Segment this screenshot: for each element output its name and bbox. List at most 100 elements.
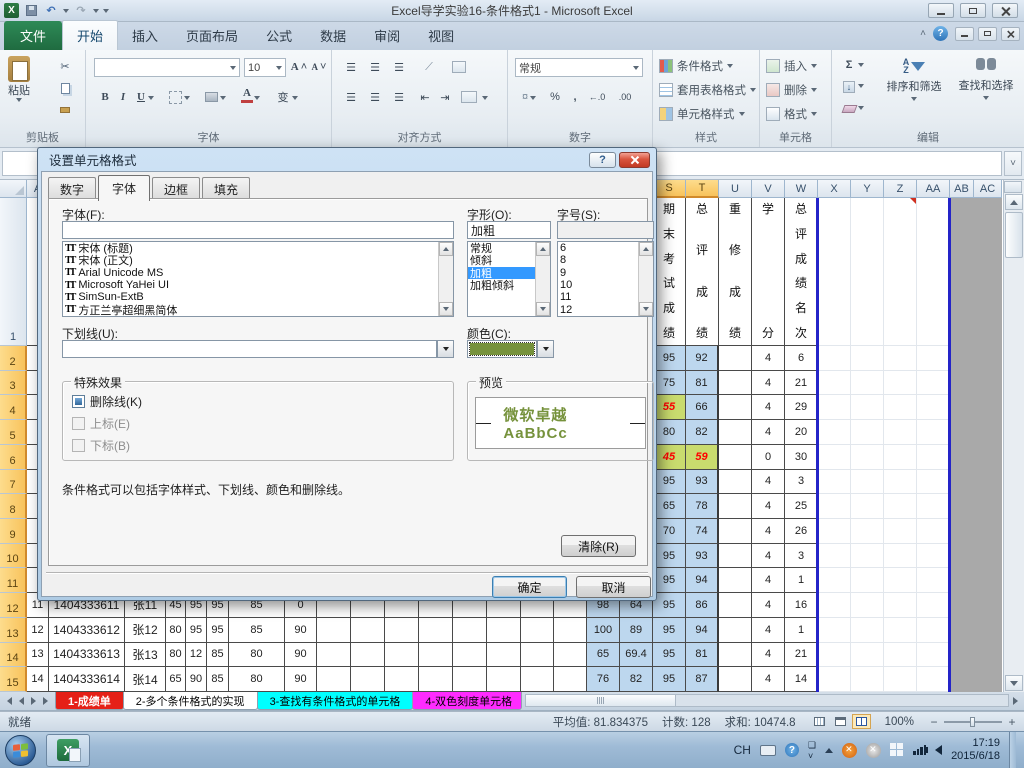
col-header-AC[interactable]: AC xyxy=(974,180,1002,198)
clear-button-ribbon[interactable] xyxy=(840,100,858,118)
col-title-W[interactable]: 总评成绩名次 xyxy=(785,198,818,346)
col-title-U[interactable]: 重修成绩 xyxy=(719,198,752,346)
cell-U12[interactable] xyxy=(719,593,752,618)
underline-dropdown-button[interactable] xyxy=(437,340,454,358)
cell-H13[interactable]: 90 xyxy=(285,617,317,643)
cell-V15[interactable]: 4 xyxy=(752,667,785,692)
cell-Z6[interactable] xyxy=(884,444,917,470)
cell-T7[interactable]: 93 xyxy=(686,469,719,495)
show-desktop-button[interactable] xyxy=(1009,731,1016,768)
col-header-W[interactable]: W xyxy=(785,180,818,198)
dialog-tab-font[interactable]: 字体 xyxy=(98,175,151,201)
cell-E13[interactable]: 95 xyxy=(186,617,207,643)
zoom-handle[interactable] xyxy=(970,716,975,727)
scroll-down-icon[interactable] xyxy=(536,302,550,316)
cell-U15[interactable] xyxy=(719,667,752,692)
page-break-view-button[interactable] xyxy=(851,714,871,729)
number-format-combo[interactable]: 常规 xyxy=(515,58,643,77)
cell-Z14[interactable] xyxy=(884,642,917,668)
dialog-close-button[interactable] xyxy=(619,151,650,168)
merge-dropdown-icon[interactable] xyxy=(482,96,488,100)
format-painter-icon[interactable] xyxy=(56,102,74,118)
cell-I15[interactable] xyxy=(317,667,351,692)
row-header-5[interactable]: 5 xyxy=(0,420,27,445)
sort-filter-button[interactable]: AZ 排序和筛选 xyxy=(880,58,948,101)
redo-dropdown-icon[interactable] xyxy=(93,8,99,13)
cell-AA7[interactable] xyxy=(917,469,950,495)
cell-E15[interactable]: 90 xyxy=(186,667,207,692)
col-title-T[interactable]: 总评成绩 xyxy=(686,198,719,346)
row-header-6[interactable]: 6 xyxy=(0,444,27,470)
cell-L13[interactable] xyxy=(419,617,453,643)
cell-X3[interactable] xyxy=(818,370,851,396)
page-layout-view-button[interactable] xyxy=(831,714,850,729)
cell-Y1[interactable] xyxy=(851,198,884,346)
keyboard-icon[interactable] xyxy=(759,744,776,756)
workbook-minimize-button[interactable] xyxy=(955,26,974,41)
tab-formulas[interactable]: 公式 xyxy=(252,21,306,50)
cell-Y4[interactable] xyxy=(851,395,884,421)
cell-W12[interactable]: 16 xyxy=(785,593,818,618)
col-header-U[interactable]: U xyxy=(719,180,752,198)
zoom-in-icon[interactable]: + xyxy=(1006,715,1018,729)
cell-V6[interactable]: 0 xyxy=(752,444,785,470)
font-size-listbox[interactable]: 6 8 9 10 11 12 xyxy=(557,241,654,317)
workbook-close-button[interactable] xyxy=(1001,26,1020,41)
cell-X7[interactable] xyxy=(818,469,851,495)
cell-U4[interactable] xyxy=(719,395,752,421)
tab-insert[interactable]: 插入 xyxy=(118,21,172,50)
find-select-button[interactable]: 查找和选择 xyxy=(952,58,1020,100)
cell-O15[interactable] xyxy=(521,667,554,692)
cell-Y8[interactable] xyxy=(851,494,884,519)
phonetic-button[interactable]: 变 xyxy=(274,88,292,106)
prev-sheet-icon[interactable] xyxy=(17,697,26,705)
cell-V9[interactable]: 4 xyxy=(752,518,785,544)
cut-icon[interactable]: ✂ xyxy=(56,58,74,74)
accounting-dropdown-icon[interactable] xyxy=(530,96,536,100)
superscript-checkbox-box[interactable] xyxy=(72,417,85,430)
cell-Y10[interactable] xyxy=(851,543,884,569)
cell-S12[interactable]: 95 xyxy=(653,593,686,618)
tab-file[interactable]: 文件 xyxy=(4,21,63,50)
cell-U8[interactable] xyxy=(719,494,752,519)
cell-T10[interactable]: 93 xyxy=(686,543,719,569)
percent-style-icon[interactable]: % xyxy=(546,88,564,106)
phonetic-dropdown-icon[interactable] xyxy=(292,96,298,100)
scroll-down-icon[interactable] xyxy=(639,302,653,316)
cell-R13[interactable]: 89 xyxy=(620,617,653,643)
cell-X14[interactable] xyxy=(818,642,851,668)
align-bottom-icon[interactable]: ☰ xyxy=(390,58,408,76)
cell-B13[interactable]: 1404333612 xyxy=(49,617,125,643)
scroll-down-icon[interactable] xyxy=(1005,675,1023,691)
col-header-V[interactable]: V xyxy=(752,180,785,198)
network-sharing-icon[interactable] xyxy=(890,743,904,757)
cell-AA10[interactable] xyxy=(917,543,950,569)
notification-icon[interactable] xyxy=(866,742,882,758)
cell-G13[interactable]: 85 xyxy=(229,617,285,643)
cell-C14[interactable]: 张13 xyxy=(125,642,166,668)
cell-I13[interactable] xyxy=(317,617,351,643)
cell-Z2[interactable] xyxy=(884,346,917,371)
cell-Z3[interactable] xyxy=(884,370,917,396)
copy-icon[interactable] xyxy=(56,80,74,96)
cell-AA4[interactable] xyxy=(917,395,950,421)
cell-AA13[interactable] xyxy=(917,617,950,643)
cell-V14[interactable]: 4 xyxy=(752,642,785,668)
col-header-Z[interactable]: Z xyxy=(884,180,917,198)
underline-dropdown-icon[interactable] xyxy=(148,96,154,100)
cell-K15[interactable] xyxy=(385,667,419,692)
cell-U14[interactable] xyxy=(719,642,752,668)
cell-Z5[interactable] xyxy=(884,420,917,445)
zoom-out-icon[interactable]: − xyxy=(928,715,940,729)
save-icon[interactable] xyxy=(23,3,39,18)
cell-U11[interactable] xyxy=(719,568,752,594)
cell-T8[interactable]: 78 xyxy=(686,494,719,519)
conditional-formatting-button[interactable]: 条件格式 xyxy=(659,58,733,74)
scroll-down-icon[interactable] xyxy=(439,302,453,316)
cell-X8[interactable] xyxy=(818,494,851,519)
cell-J14[interactable] xyxy=(351,642,385,668)
tab-view[interactable]: 视图 xyxy=(414,21,468,50)
cell-AA3[interactable] xyxy=(917,370,950,396)
cell-W5[interactable]: 20 xyxy=(785,420,818,445)
cell-Q13[interactable]: 100 xyxy=(587,617,620,643)
